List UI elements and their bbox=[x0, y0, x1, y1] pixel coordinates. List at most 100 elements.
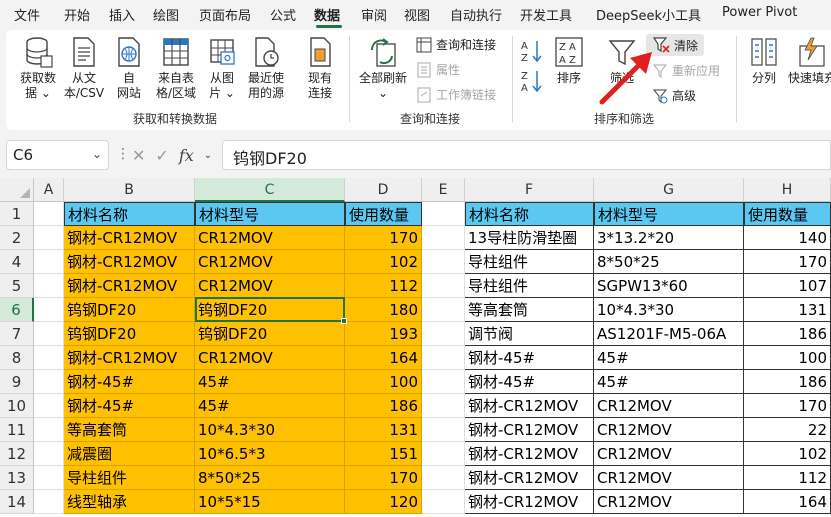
table1-header[interactable]: 使用数量 bbox=[345, 202, 422, 226]
menu-tab-6[interactable]: 数据 bbox=[314, 5, 340, 24]
table1-cell[interactable]: 180 bbox=[345, 298, 422, 322]
column-header-H[interactable]: H bbox=[744, 178, 831, 202]
table1-cell[interactable]: 164 bbox=[345, 346, 422, 370]
table2-cell[interactable]: 131 bbox=[744, 298, 831, 322]
row-header-13[interactable]: 13 bbox=[0, 466, 34, 490]
menu-tab-7[interactable]: 审阅 bbox=[361, 5, 387, 24]
existing-connections-button[interactable]: 现有 连接 bbox=[298, 36, 342, 101]
menu-tab-1[interactable]: 开始 bbox=[64, 5, 90, 24]
flash-fill-button[interactable]: 快速填充 bbox=[788, 36, 831, 86]
insert-function-icon[interactable]: fx bbox=[179, 146, 194, 165]
table2-cell[interactable]: 调节阀 bbox=[465, 322, 594, 346]
get-data-button[interactable]: 获取数 据 ⌄ bbox=[14, 36, 62, 101]
table2-cell[interactable]: CR12MOV bbox=[594, 442, 744, 466]
table1-cell[interactable]: 等高套筒 bbox=[64, 418, 195, 442]
from-table-range-button[interactable]: 来自表 格/区域 bbox=[152, 36, 200, 101]
cell-E7[interactable] bbox=[422, 322, 465, 346]
menu-tab-3[interactable]: 绘图 bbox=[153, 5, 179, 24]
table2-cell[interactable]: 107 bbox=[744, 274, 831, 298]
table1-cell[interactable]: 193 bbox=[345, 322, 422, 346]
cell-A1[interactable] bbox=[34, 202, 64, 226]
row-header-1[interactable]: 1 bbox=[0, 202, 34, 226]
table2-cell[interactable]: 170 bbox=[744, 394, 831, 418]
menu-tab-5[interactable]: 公式 bbox=[270, 5, 296, 24]
chevron-down-icon[interactable]: ⌄ bbox=[204, 150, 212, 161]
table2-cell[interactable]: CR12MOV bbox=[594, 418, 744, 442]
column-header-G[interactable]: G bbox=[594, 178, 744, 202]
cell-A9[interactable] bbox=[34, 370, 64, 394]
table2-header[interactable]: 材料型号 bbox=[594, 202, 744, 226]
table1-cell[interactable]: 100 bbox=[345, 370, 422, 394]
table2-cell[interactable]: 等高套筒 bbox=[465, 298, 594, 322]
fill-handle[interactable] bbox=[341, 318, 347, 324]
table1-cell[interactable]: 钨钢DF20 bbox=[64, 298, 195, 322]
table2-cell[interactable]: 140 bbox=[744, 226, 831, 250]
table2-cell[interactable]: AS1201F-M5-06A bbox=[594, 322, 744, 346]
row-header-14[interactable]: 14 bbox=[0, 490, 34, 514]
cell-A5[interactable] bbox=[34, 274, 64, 298]
column-header-C[interactable]: C bbox=[195, 178, 345, 202]
cell-E4[interactable] bbox=[422, 250, 465, 274]
table1-cell[interactable]: 170 bbox=[345, 466, 422, 490]
table2-cell[interactable]: 钢材-45# bbox=[465, 370, 594, 394]
row-header-5[interactable]: 5 bbox=[0, 274, 34, 298]
table1-cell[interactable]: 导柱组件 bbox=[64, 466, 195, 490]
table1-header[interactable]: 材料型号 bbox=[195, 202, 345, 226]
sort-za-button[interactable]: Z A bbox=[520, 68, 544, 98]
table1-cell[interactable]: 8*50*25 bbox=[195, 466, 345, 490]
cell-A4[interactable] bbox=[34, 250, 64, 274]
table2-cell[interactable]: 164 bbox=[744, 490, 831, 514]
table2-cell[interactable]: 112 bbox=[744, 466, 831, 490]
table1-cell[interactable]: 钢材-CR12MOV bbox=[64, 274, 195, 298]
table1-cell[interactable]: 131 bbox=[345, 418, 422, 442]
menu-tab-4[interactable]: 页面布局 bbox=[199, 5, 251, 24]
table1-cell[interactable]: 钢材-CR12MOV bbox=[64, 346, 195, 370]
name-box[interactable]: C6 ⌄ bbox=[6, 140, 109, 170]
table2-cell[interactable]: 8*50*25 bbox=[594, 250, 744, 274]
menu-tab-11[interactable]: DeepSeek小工具 bbox=[596, 5, 701, 24]
row-header-7[interactable]: 7 bbox=[0, 322, 34, 346]
cell-E1[interactable] bbox=[422, 202, 465, 226]
queries-connections-button[interactable]: 查询和连接 bbox=[416, 36, 496, 53]
column-header-D[interactable]: D bbox=[345, 178, 422, 202]
table1-cell[interactable]: 减震圈 bbox=[64, 442, 195, 466]
table1-cell[interactable]: 120 bbox=[345, 490, 422, 514]
table1-cell[interactable]: 钢材-CR12MOV bbox=[64, 226, 195, 250]
from-web-button[interactable]: 自 网站 bbox=[108, 36, 150, 101]
table2-cell[interactable]: 3*13.2*20 bbox=[594, 226, 744, 250]
table2-cell[interactable]: CR12MOV bbox=[594, 466, 744, 490]
column-header-E[interactable]: E bbox=[422, 178, 465, 202]
row-header-9[interactable]: 9 bbox=[0, 370, 34, 394]
cell-E13[interactable] bbox=[422, 466, 465, 490]
cell-E5[interactable] bbox=[422, 274, 465, 298]
table2-cell[interactable]: 钢材-CR12MOV bbox=[465, 442, 594, 466]
table2-header[interactable]: 材料名称 bbox=[465, 202, 594, 226]
cell-A10[interactable] bbox=[34, 394, 64, 418]
cell-E2[interactable] bbox=[422, 226, 465, 250]
workbook-links-button[interactable]: 工作簿链接 bbox=[416, 86, 496, 103]
table2-cell[interactable]: 45# bbox=[594, 370, 744, 394]
table1-cell[interactable]: 186 bbox=[345, 394, 422, 418]
table2-cell[interactable]: SGPW13*60 bbox=[594, 274, 744, 298]
sort-button[interactable]: Z A A Z 排序 bbox=[552, 36, 586, 86]
table1-cell[interactable]: 45# bbox=[195, 370, 345, 394]
cell-E6[interactable] bbox=[422, 298, 465, 322]
table1-cell[interactable]: 102 bbox=[345, 250, 422, 274]
row-header-6[interactable]: 6 bbox=[0, 298, 34, 322]
table2-cell[interactable]: 100 bbox=[744, 346, 831, 370]
table2-cell[interactable]: 22 bbox=[744, 418, 831, 442]
table2-cell[interactable]: 10*4.3*30 bbox=[594, 298, 744, 322]
more-options-icon[interactable]: ⋮ bbox=[116, 146, 130, 162]
formula-input[interactable]: 钨钢DF20 bbox=[222, 140, 831, 170]
table1-cell[interactable]: 45# bbox=[195, 394, 345, 418]
row-header-4[interactable]: 4 bbox=[0, 250, 34, 274]
row-header-12[interactable]: 12 bbox=[0, 442, 34, 466]
table1-cell[interactable]: 钢材-CR12MOV bbox=[64, 250, 195, 274]
table2-cell[interactable]: 186 bbox=[744, 322, 831, 346]
table1-cell[interactable]: 10*5*15 bbox=[195, 490, 345, 514]
table1-cell[interactable]: 170 bbox=[345, 226, 422, 250]
chevron-down-icon[interactable]: ⌄ bbox=[92, 147, 102, 161]
cell-A14[interactable] bbox=[34, 490, 64, 514]
table1-cell[interactable]: 钢材-45# bbox=[64, 370, 195, 394]
table1-cell[interactable]: 钨钢DF20 bbox=[64, 322, 195, 346]
